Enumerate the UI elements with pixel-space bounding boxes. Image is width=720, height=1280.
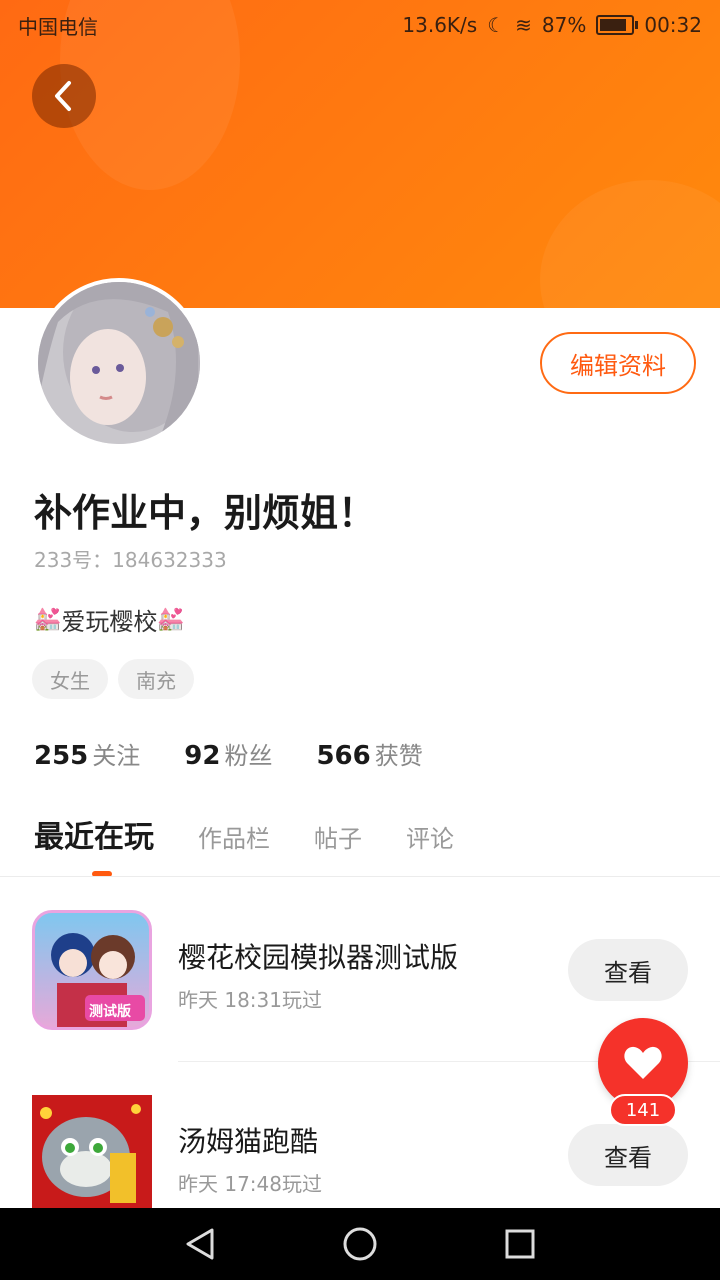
location-tag: 南充 xyxy=(118,659,194,699)
view-button[interactable]: 查看 xyxy=(568,939,688,1001)
profile-stats: 255 关注 92 粉丝 566 获赞 xyxy=(34,736,423,771)
like-count-badge: 141 xyxy=(609,1094,677,1126)
battery-icon xyxy=(596,15,639,35)
profile-tags: 女生 南充 xyxy=(32,659,194,699)
following-stat[interactable]: 255 关注 xyxy=(34,736,140,771)
following-count: 255 xyxy=(34,741,89,771)
profile-header-banner: 中国电信 13.6K/s ☾ ≋ 87% 00:32 xyxy=(0,0,720,308)
nav-recents-button[interactable] xyxy=(502,1226,538,1262)
tab-posts[interactable]: 帖子 xyxy=(314,819,362,854)
last-played-time: 昨天 18:31玩过 xyxy=(178,988,322,1012)
network-speed: 13.6K/s xyxy=(402,13,478,37)
game-icon-sakura: 测试版 xyxy=(32,910,152,1030)
back-arrow-icon xyxy=(55,81,71,111)
user-id: 233号：184632333 xyxy=(34,548,227,572)
following-label: 关注 xyxy=(92,742,141,770)
view-button[interactable]: 查看 xyxy=(568,1124,688,1186)
chapel-emoji-icon: 💒 xyxy=(157,607,185,632)
tab-works[interactable]: 作品栏 xyxy=(198,819,270,854)
back-button[interactable] xyxy=(32,64,96,128)
nav-home-button[interactable] xyxy=(342,1226,378,1262)
status-bar: 中国电信 13.6K/s ☾ ≋ 87% 00:32 xyxy=(0,0,720,50)
likes-count: 566 xyxy=(316,741,371,771)
fans-label: 粉丝 xyxy=(224,742,273,770)
nav-back-button[interactable] xyxy=(182,1226,218,1262)
battery-level: 87% xyxy=(541,13,587,37)
banner-decoration xyxy=(540,180,720,308)
gender-tag: 女生 xyxy=(32,659,108,699)
game-name: 汤姆猫跑酷 xyxy=(178,1125,319,1158)
nav-back-icon xyxy=(186,1228,214,1260)
last-played-time: 昨天 17:48玩过 xyxy=(178,1172,322,1196)
likes-stat: 566 获赞 xyxy=(316,736,422,771)
avatar-illustration xyxy=(38,282,200,444)
likes-label: 获赞 xyxy=(374,742,423,770)
divider xyxy=(0,876,720,877)
avatar[interactable] xyxy=(34,278,204,448)
nav-recents-icon xyxy=(505,1229,535,1259)
game-icon-badge: 测试版 xyxy=(89,1004,131,1020)
game-icon-tom-cat xyxy=(32,1095,152,1208)
system-nav-bar xyxy=(0,1208,720,1280)
bio: 💒 爱玩樱校 💒 xyxy=(34,602,185,637)
edit-profile-button[interactable]: 编辑资料 xyxy=(540,332,696,394)
tab-comments[interactable]: 评论 xyxy=(406,819,454,854)
fans-stat[interactable]: 92 粉丝 xyxy=(184,736,272,771)
nav-home-icon xyxy=(343,1227,377,1261)
profile-tabs: 最近在玩 作品栏 帖子 评论 xyxy=(34,812,454,856)
chapel-emoji-icon: 💒 xyxy=(34,607,62,632)
heart-icon xyxy=(624,1046,662,1079)
carrier-label: 中国电信 xyxy=(18,14,98,39)
moon-icon: ☾ xyxy=(487,13,506,37)
fans-count: 92 xyxy=(184,741,221,771)
tab-recently-played[interactable]: 最近在玩 xyxy=(34,812,154,856)
bio-text: 爱玩樱校 xyxy=(61,608,158,636)
nickname: 补作业中，别烦姐！ xyxy=(34,491,377,535)
clock: 00:32 xyxy=(644,13,702,37)
game-list-item[interactable]: 测试版 樱花校园模拟器测试版 昨天 18:31玩过 查看 xyxy=(0,880,720,1030)
wifi-icon: ≋ xyxy=(515,13,532,37)
game-name: 樱花校园模拟器测试版 xyxy=(178,941,459,974)
